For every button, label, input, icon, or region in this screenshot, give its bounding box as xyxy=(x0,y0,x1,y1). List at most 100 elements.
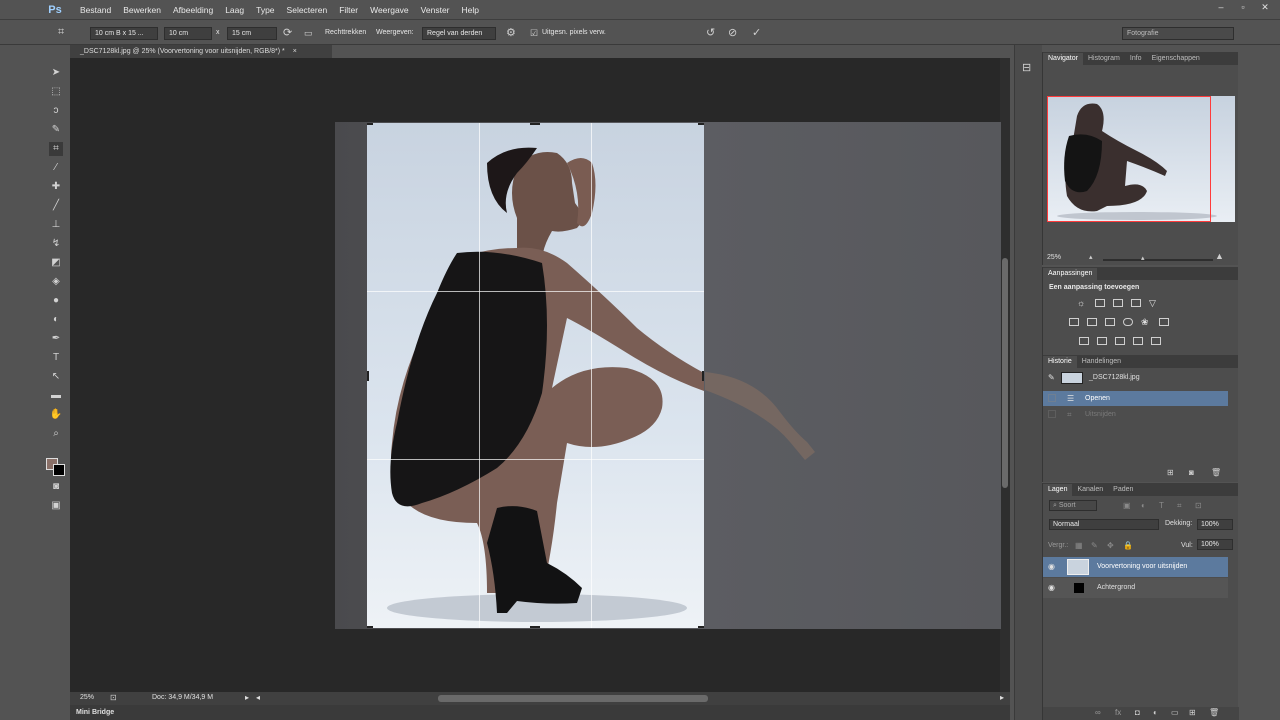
levels-icon[interactable] xyxy=(1095,299,1105,307)
swap-icon[interactable]: ⟳ xyxy=(283,26,292,39)
cancel-icon[interactable]: ⊘ xyxy=(728,26,737,39)
mini-bridge-tab[interactable]: Mini Bridge xyxy=(70,705,1010,720)
maximize-button[interactable]: ▫ xyxy=(1234,2,1252,13)
crop-handle-top-right[interactable] xyxy=(698,123,704,125)
history-snapshot-row[interactable]: ✎ _DSC7128kl.jpg xyxy=(1043,370,1228,385)
crop-tool-icon[interactable]: ⌗ xyxy=(49,142,63,156)
commit-icon[interactable]: ✓ xyxy=(752,26,761,39)
lock-image-icon[interactable]: ✎ xyxy=(1091,541,1098,550)
menu-laag[interactable]: Laag xyxy=(219,5,250,15)
add-mask-icon[interactable]: ◘ xyxy=(1135,708,1140,717)
selective-color-icon[interactable] xyxy=(1133,337,1143,345)
fill-input[interactable]: 100% xyxy=(1197,539,1233,550)
gradient-map-icon[interactable] xyxy=(1151,337,1161,345)
crop-handle-right[interactable] xyxy=(702,371,704,381)
navigator-thumbnail[interactable] xyxy=(1047,96,1235,222)
lock-all-icon[interactable]: 🔒 xyxy=(1123,541,1133,550)
new-layer-icon[interactable]: ⊞ xyxy=(1189,708,1196,717)
paint-bucket-tool-icon[interactable]: ◈ xyxy=(49,275,63,289)
zoom-out-icon[interactable]: ▴ xyxy=(1089,253,1093,261)
filter-shape-icon[interactable]: ⌗ xyxy=(1177,501,1182,511)
filter-adjustment-icon[interactable]: ◐ xyxy=(1141,501,1146,510)
crop-tool-icon[interactable]: ⌗ xyxy=(58,26,64,39)
crop-handle-left[interactable] xyxy=(367,371,369,381)
layer-filter-select[interactable]: ⌕ Soort xyxy=(1049,500,1097,511)
layer-style-icon[interactable]: fx xyxy=(1115,708,1121,717)
type-tool-icon[interactable]: T xyxy=(49,351,63,365)
menu-help[interactable]: Help xyxy=(456,5,485,15)
layer-row[interactable]: ◉ Achtergrond xyxy=(1043,578,1228,598)
quick-mask-icon[interactable]: ◙ xyxy=(49,480,63,494)
trash-icon[interactable]: 🗑 xyxy=(1211,468,1221,477)
curves-icon[interactable] xyxy=(1113,299,1123,307)
scroll-right-icon[interactable]: ▸ xyxy=(1000,693,1004,702)
history-item-crop[interactable]: ⌗ Uitsnijden xyxy=(1043,407,1228,422)
crop-width-input[interactable]: 10 cm xyxy=(164,27,212,40)
marquee-tool-icon[interactable]: ⬚ xyxy=(49,85,63,99)
new-document-from-state-icon[interactable]: ⊞ xyxy=(1167,468,1174,477)
tab-actions[interactable]: Handelingen xyxy=(1077,356,1126,368)
menu-type[interactable]: Type xyxy=(250,5,280,15)
tab-channels[interactable]: Kanalen xyxy=(1072,484,1108,496)
path-select-tool-icon[interactable]: ↖ xyxy=(49,370,63,384)
dodge-tool-icon[interactable]: ◐ xyxy=(49,313,63,327)
crop-height-input[interactable]: 15 cm xyxy=(227,27,277,40)
crop-preset-select[interactable]: 10 cm B x 15 ... xyxy=(90,27,158,40)
zoom-in-icon[interactable]: ▲ xyxy=(1215,251,1224,261)
straighten-label[interactable]: Rechttrekken xyxy=(325,29,366,36)
horizontal-scroll-thumb[interactable] xyxy=(438,695,708,702)
tab-navigator[interactable]: Navigator xyxy=(1043,53,1083,65)
link-layers-icon[interactable]: ∞ xyxy=(1095,708,1101,717)
trash-icon[interactable]: 🗑 xyxy=(1209,708,1219,717)
eraser-tool-icon[interactable]: ◩ xyxy=(49,256,63,270)
close-tab-icon[interactable]: × xyxy=(293,48,297,55)
color-lookup-icon[interactable] xyxy=(1159,318,1169,326)
status-menu-arrow-icon[interactable]: ▸ xyxy=(245,693,249,702)
minimize-button[interactable]: – xyxy=(1212,2,1230,13)
crop-handle-bottom-right[interactable] xyxy=(698,626,704,628)
menu-filter[interactable]: Filter xyxy=(333,5,364,15)
filter-type-icon[interactable]: T xyxy=(1159,501,1164,510)
healing-tool-icon[interactable]: ✚ xyxy=(49,180,63,194)
blur-tool-icon[interactable]: ● xyxy=(49,294,63,308)
straighten-icon[interactable]: ▭ xyxy=(304,28,313,39)
overlay-view-select[interactable]: Regel van derden xyxy=(422,27,496,40)
stamp-tool-icon[interactable]: ⊥ xyxy=(49,218,63,232)
checkbox-checked-icon[interactable]: ☑ xyxy=(530,28,538,39)
invert-icon[interactable] xyxy=(1079,337,1089,345)
scroll-left-icon[interactable]: ◂ xyxy=(256,693,260,702)
tab-history[interactable]: Historie xyxy=(1043,356,1077,368)
crop-handle-bottom[interactable] xyxy=(530,626,540,628)
tab-histogram[interactable]: Histogram xyxy=(1083,53,1125,65)
workspace-select[interactable]: Fotografie xyxy=(1122,27,1234,40)
zoom-slider-thumb[interactable]: ▴ xyxy=(1141,254,1145,262)
zoom-slider-track[interactable] xyxy=(1103,259,1213,261)
move-tool-icon[interactable]: ➤ xyxy=(49,66,63,80)
crop-handle-bottom-left[interactable] xyxy=(367,626,373,628)
menu-bestand[interactable]: Bestand xyxy=(74,5,117,15)
rectangle-tool-icon[interactable]: ▬ xyxy=(49,389,63,403)
brightness-icon[interactable]: ☼ xyxy=(1077,299,1087,308)
export-icon[interactable]: ⊡ xyxy=(110,693,117,702)
crop-preview-photo[interactable] xyxy=(367,123,704,628)
posterize-icon[interactable] xyxy=(1097,337,1107,345)
eye-icon[interactable]: ◉ xyxy=(1048,557,1055,577)
quick-select-tool-icon[interactable]: ✎ xyxy=(49,123,63,137)
close-button[interactable]: ✕ xyxy=(1256,2,1274,13)
filter-pixel-icon[interactable]: ▣ xyxy=(1123,501,1131,510)
history-source-checkbox[interactable] xyxy=(1048,410,1056,418)
vertical-scroll-thumb[interactable] xyxy=(1002,258,1008,488)
hue-saturation-icon[interactable] xyxy=(1069,318,1079,326)
lock-position-icon[interactable]: ✥ xyxy=(1107,541,1114,550)
history-source-checkbox[interactable] xyxy=(1048,394,1056,402)
brush-tool-icon[interactable]: ╱ xyxy=(49,199,63,213)
menu-selecteren[interactable]: Selecteren xyxy=(281,5,334,15)
blend-mode-select[interactable]: Normaal xyxy=(1049,519,1159,530)
screen-mode-icon[interactable]: ▣ xyxy=(49,499,63,513)
lasso-tool-icon[interactable]: ↄ xyxy=(49,104,63,118)
menu-afbeelding[interactable]: Afbeelding xyxy=(167,5,219,15)
history-item-open[interactable]: ☰ Openen xyxy=(1043,391,1228,406)
background-color-swatch[interactable] xyxy=(53,464,65,476)
crop-handle-top[interactable] xyxy=(530,123,540,125)
new-group-icon[interactable]: ▭ xyxy=(1171,708,1179,717)
